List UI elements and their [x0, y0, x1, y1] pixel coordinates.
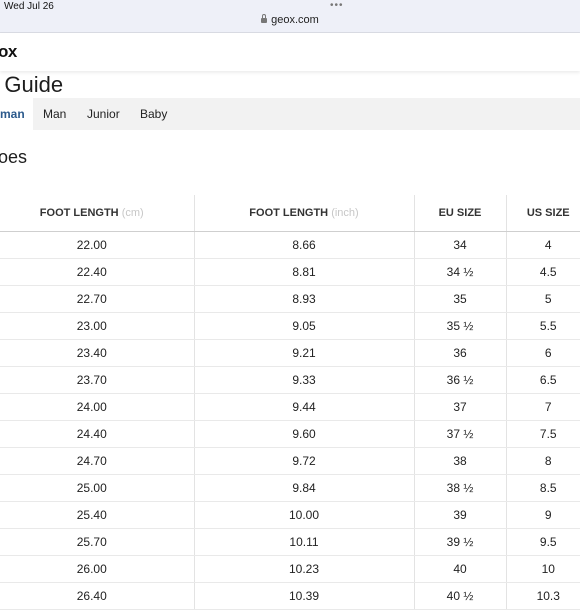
table-row: 26.40 10.39 40 ½ 10.3	[0, 582, 580, 610]
foot-length-inch-cell: 8.66	[194, 231, 415, 259]
page-title: e Guide	[0, 72, 64, 97]
eu-size-cell: 37	[414, 393, 507, 421]
foot-length-cm-cell: 22.40	[0, 258, 195, 286]
eu-size-cell: 40 ½	[414, 582, 507, 610]
foot-length-inch-cell: 9.33	[194, 366, 415, 394]
header-foot-length-cm: FOOT LENGTH (cm)	[0, 195, 195, 232]
foot-length-cm-cell: 25.40	[0, 501, 195, 529]
foot-length-cm-cell: 26.40	[0, 582, 195, 610]
eu-size-cell: 37 ½	[414, 420, 507, 448]
eu-size-cell: 39	[414, 501, 507, 529]
eu-size-cell: 38 ½	[414, 474, 507, 502]
foot-length-cm-cell: 24.00	[0, 393, 195, 421]
category-tabs: man Man Junior Baby	[0, 98, 580, 130]
foot-length-cm-cell: 25.00	[0, 474, 195, 502]
eu-size-cell: 38	[414, 447, 507, 475]
header-foot-length-inch: FOOT LENGTH (inch)	[194, 195, 415, 232]
us-size-cell: 10.3	[506, 582, 580, 610]
us-size-cell: 7	[506, 393, 580, 421]
foot-length-cm-cell: 23.00	[0, 312, 195, 340]
eu-size-cell: 39 ½	[414, 528, 507, 556]
us-size-cell: 6	[506, 339, 580, 367]
tab-label: Junior	[87, 107, 120, 121]
foot-length-cm-cell: 22.70	[0, 285, 195, 313]
table-row: 22.40 8.81 34 ½ 4.5	[0, 258, 580, 286]
us-size-cell: 6.5	[506, 366, 580, 394]
table-row: 23.00 9.05 35 ½ 5.5	[0, 312, 580, 340]
more-dots-icon[interactable]: •••	[330, 0, 344, 11]
us-size-cell: 9.5	[506, 528, 580, 556]
foot-length-cm-cell: 26.00	[0, 555, 195, 583]
foot-length-cm-cell: 23.70	[0, 366, 195, 394]
table-row: 24.70 9.72 38 8	[0, 447, 580, 475]
url-text: geox.com	[271, 14, 319, 26]
foot-length-inch-cell: 10.23	[194, 555, 415, 583]
table-row: 23.70 9.33 36 ½ 6.5	[0, 366, 580, 394]
header-eu-size: EU SIZE	[414, 195, 507, 232]
eu-size-cell: 34	[414, 231, 507, 259]
tab-man[interactable]: Man	[43, 98, 66, 130]
eu-size-cell: 35	[414, 285, 507, 313]
table-row: 24.40 9.60 37 ½ 7.5	[0, 420, 580, 448]
foot-length-cm-cell: 24.40	[0, 420, 195, 448]
us-size-cell: 5	[506, 285, 580, 313]
status-time: Wed Jul 26	[4, 1, 54, 12]
us-size-cell: 4.5	[506, 258, 580, 286]
foot-length-inch-cell: 9.44	[194, 393, 415, 421]
us-size-cell: 4	[506, 231, 580, 259]
header-us-size: US SIZE	[506, 195, 580, 232]
tab-label: man	[0, 107, 25, 121]
foot-length-inch-cell: 9.05	[194, 312, 415, 340]
foot-length-inch-cell: 10.00	[194, 501, 415, 529]
foot-length-inch-cell: 9.72	[194, 447, 415, 475]
us-size-cell: 5.5	[506, 312, 580, 340]
lock-icon	[261, 14, 268, 23]
eu-size-cell: 40	[414, 555, 507, 583]
table-row: 25.70 10.11 39 ½ 9.5	[0, 528, 580, 556]
site-header: ox	[0, 33, 580, 71]
us-size-cell: 10	[506, 555, 580, 583]
table-row: 25.00 9.84 38 ½ 8.5	[0, 474, 580, 502]
table-row: 24.00 9.44 37 7	[0, 393, 580, 421]
address-bar[interactable]: geox.com	[0, 14, 580, 26]
eu-size-cell: 34 ½	[414, 258, 507, 286]
eu-size-cell: 35 ½	[414, 312, 507, 340]
table-row: 22.00 8.66 34 4	[0, 231, 580, 259]
foot-length-cm-cell: 24.70	[0, 447, 195, 475]
foot-length-cm-cell: 23.40	[0, 339, 195, 367]
foot-length-inch-cell: 8.81	[194, 258, 415, 286]
tab-woman[interactable]: man	[0, 98, 33, 130]
us-size-cell: 8	[506, 447, 580, 475]
us-size-cell: 9	[506, 501, 580, 529]
table-row: 22.70 8.93 35 5	[0, 285, 580, 313]
table-row: 25.40 10.00 39 9	[0, 501, 580, 529]
table-header-row: FOOT LENGTH (cm) FOOT LENGTH (inch) EU S…	[0, 195, 580, 232]
tab-label: Man	[43, 107, 67, 121]
us-size-cell: 7.5	[506, 420, 580, 448]
foot-length-inch-cell: 9.60	[194, 420, 415, 448]
tab-label: Baby	[140, 107, 168, 121]
tab-baby[interactable]: Baby	[140, 98, 167, 130]
us-size-cell: 8.5	[506, 474, 580, 502]
eu-size-cell: 36	[414, 339, 507, 367]
foot-length-cm-cell: 25.70	[0, 528, 195, 556]
geox-logo[interactable]: ox	[0, 42, 17, 62]
foot-length-inch-cell: 10.11	[194, 528, 415, 556]
foot-length-inch-cell: 9.21	[194, 339, 415, 367]
foot-length-cm-cell: 22.00	[0, 231, 195, 259]
table-row: 26.00 10.23 40 10	[0, 555, 580, 583]
table-row: 23.40 9.21 36 6	[0, 339, 580, 367]
foot-length-inch-cell: 9.84	[194, 474, 415, 502]
foot-length-inch-cell: 8.93	[194, 285, 415, 313]
section-title: hoes	[0, 147, 28, 167]
tab-junior[interactable]: Junior	[87, 98, 120, 130]
browser-status-bar: Wed Jul 26 ••• geox.com	[0, 0, 580, 33]
eu-size-cell: 36 ½	[414, 366, 507, 394]
size-table: FOOT LENGTH (cm) FOOT LENGTH (inch) EU S…	[0, 195, 580, 610]
foot-length-inch-cell: 10.39	[194, 582, 415, 610]
